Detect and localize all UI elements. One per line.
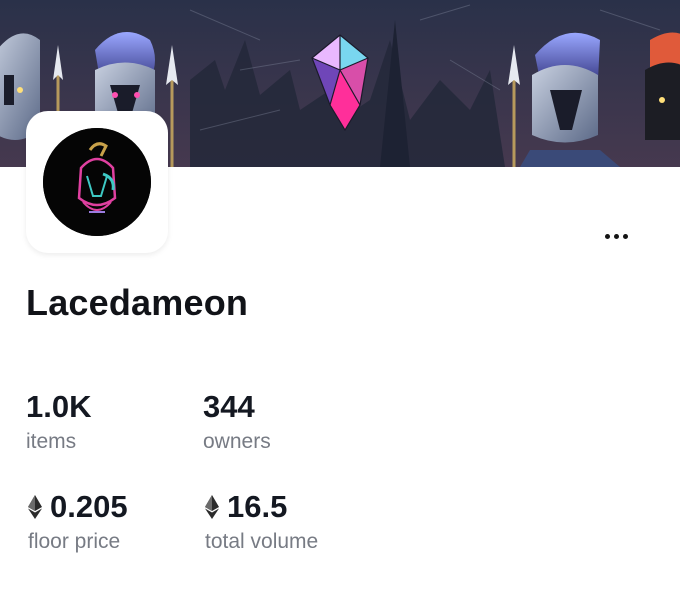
ethereum-icon xyxy=(28,495,42,519)
stat-floor-price: 0.205 floor price xyxy=(28,489,128,556)
stat-items: 1.0K items xyxy=(26,389,91,456)
collection-avatar xyxy=(43,128,151,236)
more-options-button[interactable] xyxy=(596,224,636,248)
stat-total-volume: 16.5 total volume xyxy=(205,489,318,556)
stat-floor-price-value: 0.205 xyxy=(50,489,128,524)
ethereum-icon xyxy=(205,495,219,519)
stat-total-volume-value: 16.5 xyxy=(227,489,288,524)
stat-owners-value: 344 xyxy=(203,389,255,424)
stat-floor-price-label: floor price xyxy=(28,530,121,553)
more-horizontal-icon xyxy=(604,233,610,239)
stat-owners-label: owners xyxy=(203,430,271,453)
collection-avatar-card[interactable] xyxy=(26,111,168,253)
stat-items-label: items xyxy=(26,430,77,453)
stat-owners: 344 owners xyxy=(203,389,271,456)
collection-name: Lacedameon xyxy=(26,282,249,323)
stat-items-value: 1.0K xyxy=(26,389,92,424)
spartan-helmet-icon xyxy=(43,128,151,236)
stat-total-volume-label: total volume xyxy=(205,530,319,553)
